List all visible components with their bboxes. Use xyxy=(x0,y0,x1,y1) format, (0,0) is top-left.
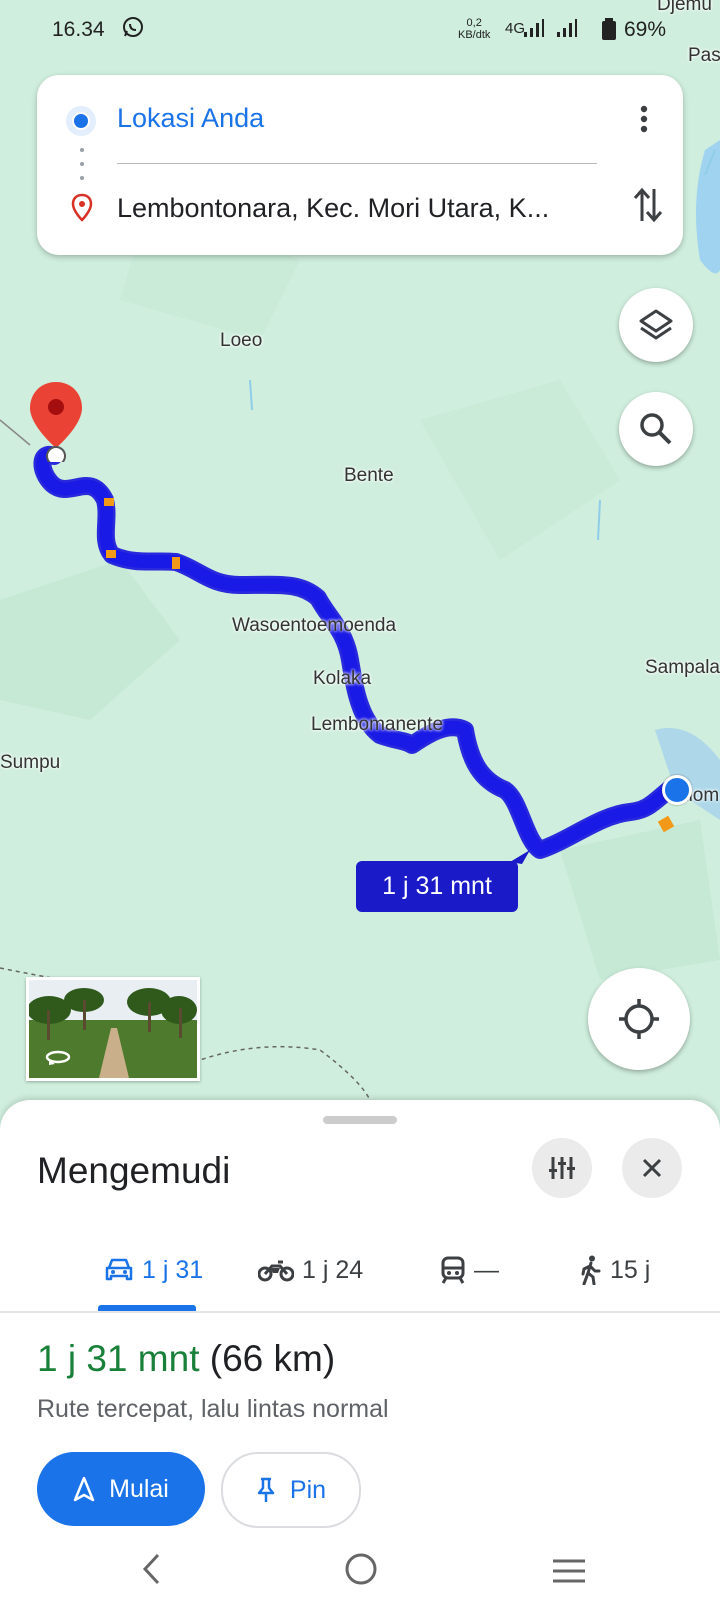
train-icon xyxy=(441,1256,465,1284)
more-options-icon[interactable] xyxy=(640,105,648,133)
current-location-dot xyxy=(662,775,692,805)
route-duration: 1 j 31 mnt xyxy=(37,1338,200,1379)
network-speed-value: 0,2 xyxy=(466,17,482,29)
route-eta-label[interactable]: 1 j 31 mnt xyxy=(356,861,518,912)
route-summary: 1 j 31 mnt (66 km) xyxy=(37,1338,335,1380)
tab-transit[interactable]: — xyxy=(440,1250,499,1290)
pin-button[interactable]: Pin xyxy=(221,1452,361,1528)
network-speed: 0,2 KB/dtk xyxy=(458,17,490,41)
place-label: Sumpu xyxy=(0,752,61,773)
place-label: Lembomanente xyxy=(311,714,444,735)
recents-nav-icon[interactable] xyxy=(552,1558,586,1584)
tab-driving[interactable]: 1 j 31 xyxy=(104,1250,203,1290)
tab-divider xyxy=(0,1311,720,1313)
search-along-route-button[interactable] xyxy=(619,392,693,466)
destination-pin-small-icon xyxy=(71,193,93,222)
status-time: 16.34 xyxy=(52,18,105,41)
pin-label: Pin xyxy=(289,1475,327,1504)
place-label: Kolaka xyxy=(313,668,372,689)
route-dots-icon xyxy=(80,148,84,180)
walk-icon xyxy=(581,1255,601,1285)
battery-percent: 69% xyxy=(624,18,667,41)
signal-icon xyxy=(522,18,544,44)
street-view-thumbnail[interactable] xyxy=(26,977,200,1081)
signal-icon-2 xyxy=(555,18,577,44)
tab-motorcycle[interactable]: 1 j 24 xyxy=(258,1250,363,1290)
rotate-360-icon xyxy=(45,1050,71,1065)
tab-walking-label: 15 j xyxy=(610,1255,651,1284)
eta-pointer xyxy=(510,850,530,864)
swap-directions-icon[interactable] xyxy=(633,187,663,223)
input-divider xyxy=(117,163,597,164)
close-button[interactable] xyxy=(622,1138,682,1198)
tab-driving-label: 1 j 31 xyxy=(142,1255,204,1284)
close-icon xyxy=(642,1158,662,1178)
layers-icon xyxy=(639,309,673,340)
place-label: Wasoentoemoenda xyxy=(232,615,397,636)
tab-transit-label: — xyxy=(474,1255,499,1284)
route-description: Rute tercepat, lalu lintas normal xyxy=(37,1395,389,1423)
whatsapp-icon xyxy=(122,16,144,44)
search-icon xyxy=(640,413,672,445)
directions-sheet: Mengemudi 1 j 31 1 j 24 — 15 j 1 j 31 mn… xyxy=(0,1100,720,1612)
route-options-button[interactable] xyxy=(532,1138,592,1198)
layers-button[interactable] xyxy=(619,288,693,362)
home-nav-icon[interactable] xyxy=(344,1552,378,1586)
destination-input[interactable]: Lembontonara, Kec. Mori Utara, K... xyxy=(117,193,597,224)
sliders-icon xyxy=(549,1157,575,1179)
recenter-button[interactable] xyxy=(588,968,690,1070)
tab-motorcycle-label: 1 j 24 xyxy=(302,1255,364,1284)
place-label: Sampala xyxy=(645,657,720,678)
network-speed-unit: KB/dtk xyxy=(458,29,491,41)
navigation-arrow-icon xyxy=(73,1476,95,1502)
origin-input[interactable]: Lokasi Anda xyxy=(117,103,264,134)
sheet-title: Mengemudi xyxy=(37,1150,231,1191)
start-navigation-button[interactable]: Mulai xyxy=(37,1452,205,1526)
place-label: Loeo xyxy=(220,330,263,351)
place-label: Bente xyxy=(344,465,394,486)
route-distance: (66 km) xyxy=(209,1338,336,1379)
car-icon xyxy=(105,1258,133,1281)
status-bar: 16.34 0,2 KB/dtk 4G 69% xyxy=(0,0,720,60)
place-label: Pas xyxy=(688,45,720,66)
back-nav-icon[interactable] xyxy=(140,1552,164,1586)
place-label: Djemu xyxy=(657,0,712,15)
start-navigation-label: Mulai xyxy=(109,1474,169,1503)
my-location-icon xyxy=(619,999,659,1039)
pin-icon xyxy=(257,1477,275,1502)
motorcycle-icon xyxy=(258,1260,294,1282)
sheet-drag-handle[interactable] xyxy=(323,1116,397,1124)
tab-walking[interactable]: 15 j xyxy=(580,1250,650,1290)
battery-icon xyxy=(602,18,616,46)
destination-pin-icon[interactable] xyxy=(30,382,82,467)
directions-search-card: Lokasi Anda Lembontonara, Kec. Mori Utar… xyxy=(37,75,683,255)
origin-location-icon xyxy=(66,106,96,136)
